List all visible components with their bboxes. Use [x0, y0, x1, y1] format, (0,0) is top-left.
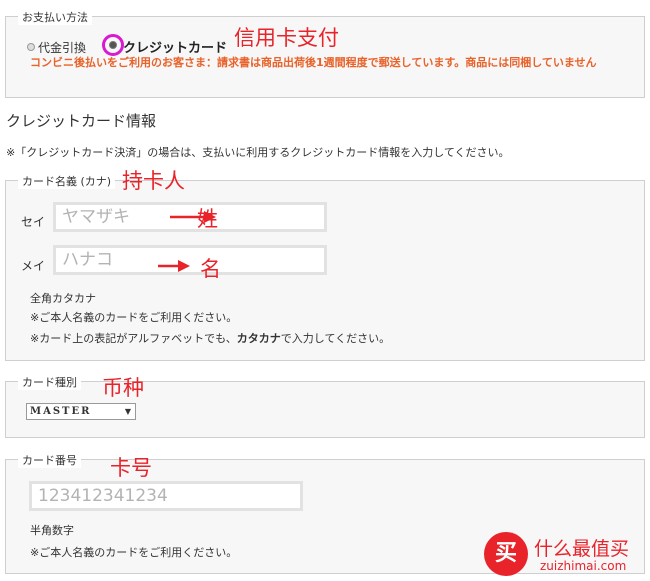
- section-title: クレジットカード情報: [6, 112, 157, 130]
- cod-label[interactable]: 代金引換: [38, 39, 86, 56]
- card-number-legend: カード番号: [18, 452, 81, 468]
- card-type-select[interactable]: MASTER ▼: [26, 403, 136, 420]
- watermark-logo: 买: [484, 532, 528, 576]
- watermark-url: zuizhimai.com: [540, 559, 627, 573]
- card-holder-annotation: 持卡人: [122, 169, 185, 193]
- section-notice: ※「クレジットカード決済」の場合は、支払いに利用するクレジットカード情報を入力し…: [6, 146, 510, 159]
- credit-label[interactable]: クレジットカード: [123, 37, 227, 56]
- card-number-hint-own-card: ※ご本人名義のカードをご利用ください。: [30, 546, 238, 559]
- watermark-logo-char: 买: [494, 541, 517, 566]
- card-holder-fieldset: カード名義 (カナ) 持卡人 セイ ヤマザキ 姓 メイ ハナコ 名 全角カタカナ…: [5, 169, 645, 361]
- holder-hint-own-card: ※ご本人名義のカードをご利用ください。: [30, 311, 238, 324]
- card-number-hint-halfwidth: 半角数字: [30, 524, 74, 537]
- convenience-store-note: コンビニ後払いをご利用のお客さま：請求書は商品出荷後1週間程度で郵送しています。…: [30, 56, 597, 69]
- holder-hint-alphabet: ※カード上の表記がアルファベットでも、カタカナで入力してください。: [30, 330, 390, 346]
- cod-radio[interactable]: [27, 43, 35, 51]
- watermark-name: 什么最值买: [534, 538, 630, 560]
- holder-hint-alphabet-post: で入力してください。: [280, 332, 391, 345]
- payment-method-legend: お支払い方法: [18, 9, 92, 25]
- sei-label: セイ: [21, 215, 46, 229]
- credit-radio[interactable]: [109, 41, 117, 49]
- card-number-input[interactable]: 123412341234: [29, 481, 303, 511]
- card-holder-legend: カード名義 (カナ): [18, 173, 116, 189]
- payment-method-fieldset: お支払い方法 代金引換 クレジットカード 信用卡支付 コンビニ後払いをご利用のお…: [5, 9, 645, 98]
- card-number-annotation: 卡号: [110, 456, 152, 480]
- credit-annotation: 信用卡支付: [234, 26, 339, 50]
- mei-label: メイ: [21, 259, 46, 273]
- chevron-down-icon: ▼: [124, 406, 131, 416]
- card-type-fieldset: カード種別 币种 MASTER ▼: [5, 374, 645, 438]
- mei-annotation: 名: [200, 257, 221, 281]
- card-type-annotation: 币种: [102, 376, 144, 400]
- holder-hint-alphabet-pre: ※カード上の表記がアルファベットでも、: [30, 332, 237, 345]
- watermark: 买 什么最值买 zuizhimai.com: [484, 526, 650, 581]
- holder-hint-katakana: 全角カタカナ: [30, 292, 96, 305]
- mei-arrow-icon: [158, 260, 190, 272]
- sei-annotation: 姓: [197, 207, 218, 231]
- card-type-legend: カード種別: [18, 374, 81, 390]
- card-type-selected-value: MASTER: [30, 406, 92, 417]
- holder-hint-alphabet-bold: カタカナ: [236, 332, 281, 345]
